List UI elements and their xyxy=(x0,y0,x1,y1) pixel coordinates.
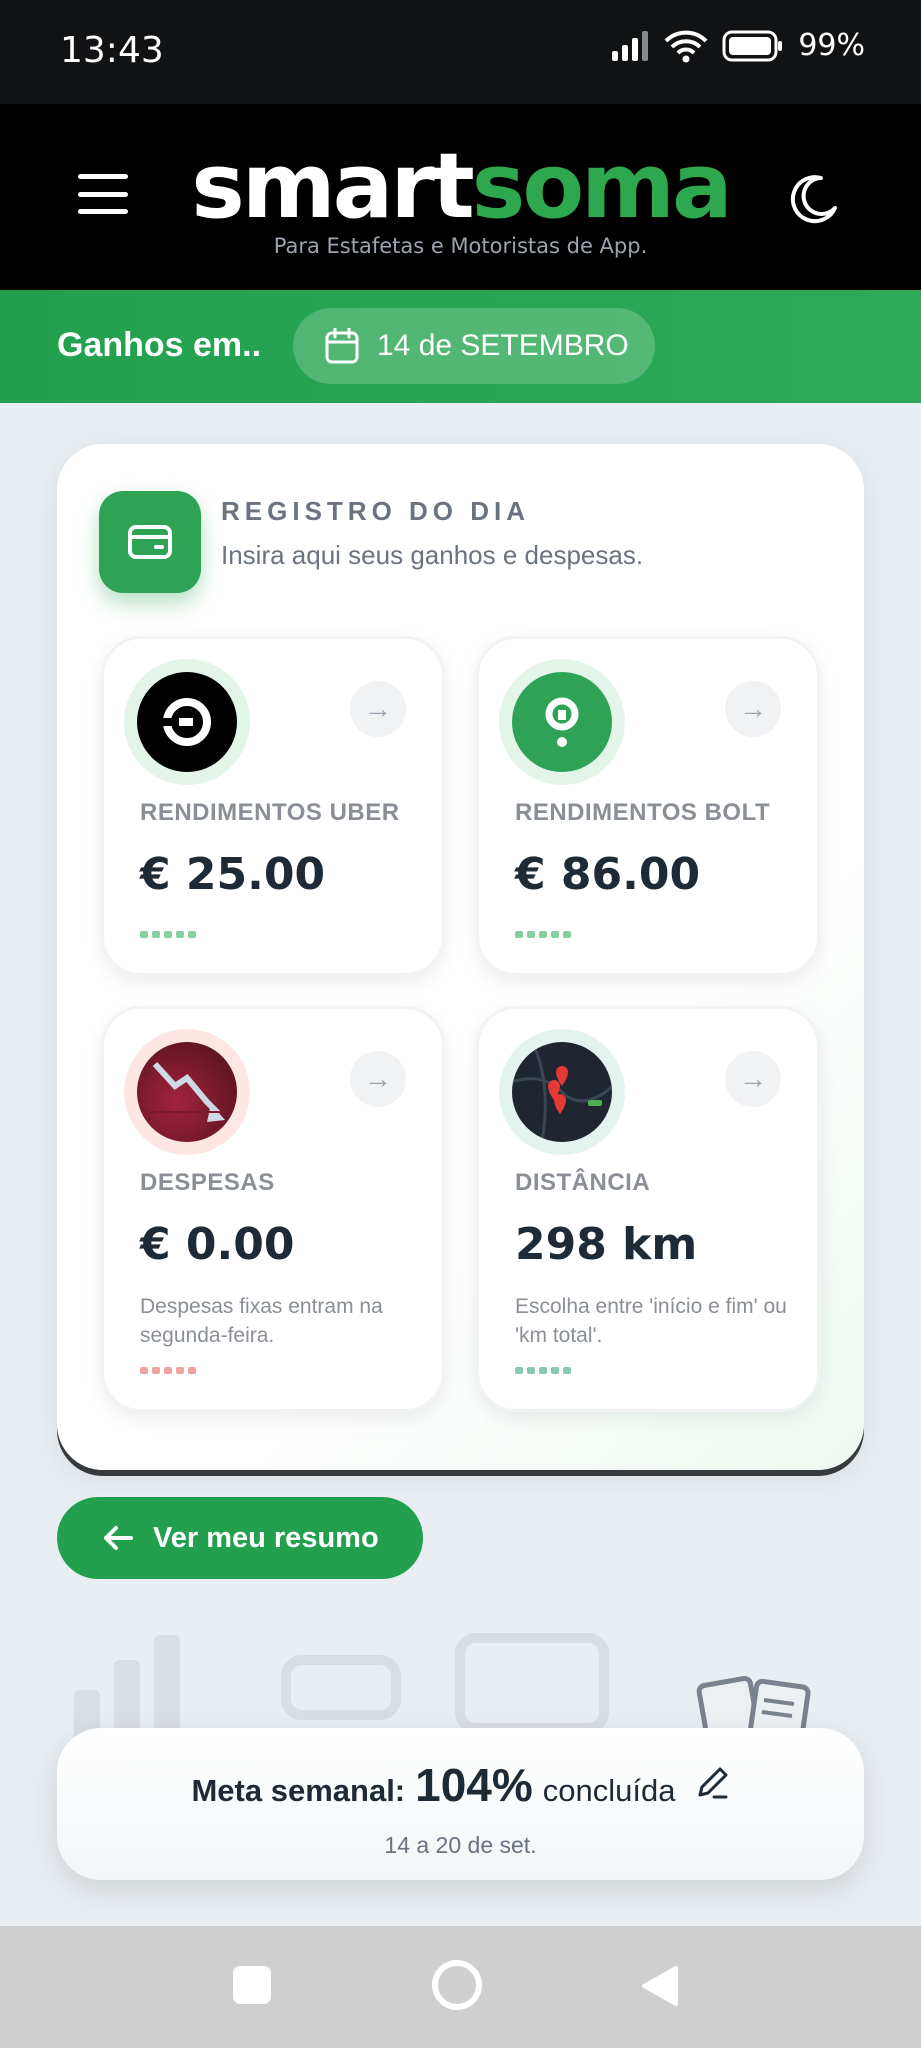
tile-label: DESPESAS xyxy=(140,1169,275,1196)
date-bar: Ganhos em.. 14 de SETEMBRO xyxy=(0,290,921,403)
wallet-icon xyxy=(99,491,201,593)
register-subtitle: Insira aqui seus ganhos e despesas. xyxy=(221,540,644,570)
tile-note: Escolha entre 'início e fim' ou 'km tota… xyxy=(515,1295,787,1347)
weekly-goal-prefix: Meta semanal: xyxy=(191,1773,406,1808)
weekly-goal-card[interactable]: Meta semanal: 104% concluída 14 a 20 de … xyxy=(57,1728,864,1880)
date-bar-label: Ganhos em.. xyxy=(57,326,262,364)
system-nav-bar xyxy=(0,1926,921,2048)
tile-value: € 86.00 xyxy=(515,849,701,900)
calendar-icon xyxy=(325,328,359,364)
triangle-back-icon[interactable] xyxy=(640,1964,680,2008)
pencil-icon[interactable] xyxy=(694,1765,730,1801)
tile-value: € 25.00 xyxy=(140,849,326,900)
wifi-icon xyxy=(664,30,708,62)
view-summary-button[interactable]: Ver meu resumo xyxy=(57,1497,423,1579)
arrow-right-icon[interactable]: → xyxy=(725,1051,781,1107)
expenses-tile[interactable]: → DESPESAS € 0.00 Despesas fixas entram … xyxy=(101,1006,445,1412)
register-title: REGISTRO DO DIA xyxy=(221,496,531,526)
status-time: 13:43 xyxy=(60,30,164,71)
bolt-logo-icon xyxy=(499,659,625,785)
moon-icon[interactable] xyxy=(787,172,841,226)
brand: smartsoma Para Estafetas e Motoristas de… xyxy=(0,134,921,259)
arrow-right-icon[interactable]: → xyxy=(350,1051,406,1107)
date-picker-button[interactable]: 14 de SETEMBRO xyxy=(293,308,655,384)
progress-dots xyxy=(515,931,571,938)
background-receipt-icon xyxy=(696,1676,811,1736)
weekly-goal-percent: 104% xyxy=(415,1759,533,1811)
background-car-icon xyxy=(281,1655,401,1720)
selected-date: 14 de SETEMBRO xyxy=(377,329,629,362)
battery-icon xyxy=(722,30,783,61)
signal-icon xyxy=(612,30,649,61)
tile-value: € 0.00 xyxy=(140,1219,295,1270)
bolt-earnings-tile[interactable]: → RENDIMENTOS BOLT € 86.00 xyxy=(476,636,820,976)
map-pin-icon xyxy=(499,1029,625,1155)
expenses-chart-icon xyxy=(124,1029,250,1155)
app-header: smartsoma Para Estafetas e Motoristas de… xyxy=(0,104,921,290)
battery-percent: 99% xyxy=(798,28,865,63)
weekly-goal-range: 14 a 20 de set. xyxy=(384,1832,537,1858)
tile-label: RENDIMENTOS BOLT xyxy=(515,799,771,826)
summary-button-label: Ver meu resumo xyxy=(153,1521,379,1554)
progress-dots xyxy=(140,931,196,938)
tile-label: DISTÂNCIA xyxy=(515,1169,651,1196)
status-bar: 13:43 99% xyxy=(0,0,921,104)
circle-icon[interactable] xyxy=(432,1960,482,2010)
daily-register-card: REGISTRO DO DIA Insira aqui seus ganhos … xyxy=(57,444,864,1470)
arrow-right-icon[interactable]: → xyxy=(725,681,781,737)
uber-earnings-tile[interactable]: → RENDIMENTOS UBER € 25.00 xyxy=(101,636,445,976)
weekly-goal-line: Meta semanal: 104% concluída xyxy=(57,1758,864,1812)
weekly-goal-suffix: concluída xyxy=(542,1773,676,1808)
tile-value: 298 km xyxy=(515,1219,698,1270)
arrow-right-icon[interactable]: → xyxy=(350,681,406,737)
background-wallet-icon xyxy=(455,1633,609,1730)
tile-note: Despesas fixas entram na segunda-feira. xyxy=(140,1295,383,1347)
uber-logo-icon xyxy=(124,659,250,785)
status-icons: 99% xyxy=(610,28,865,63)
distance-tile[interactable]: → DISTÂNCIA 298 km Escolha entre 'início… xyxy=(476,1006,820,1412)
tile-label: RENDIMENTOS UBER xyxy=(140,799,400,826)
progress-dots xyxy=(515,1367,571,1374)
progress-dots xyxy=(140,1367,196,1374)
tagline: Para Estafetas e Motoristas de App. xyxy=(273,234,648,258)
logo: smartsoma xyxy=(191,134,732,239)
background-chart-icon xyxy=(74,1635,180,1740)
square-icon[interactable] xyxy=(233,1966,271,2004)
arrow-left-icon xyxy=(104,1526,133,1550)
